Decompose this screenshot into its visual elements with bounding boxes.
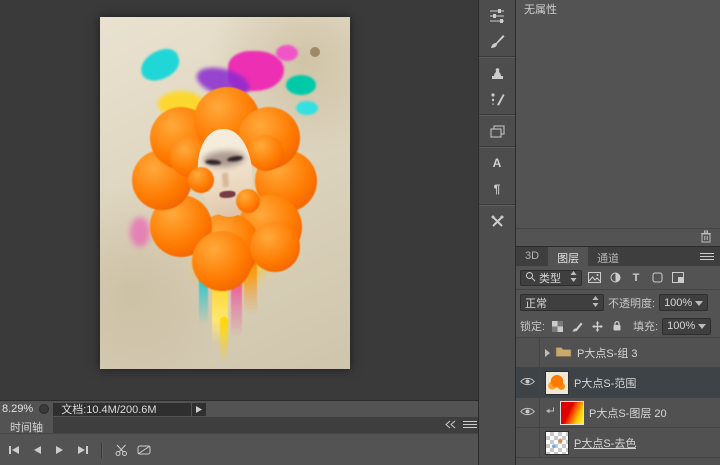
collapse-chevrons-icon[interactable] — [444, 420, 456, 432]
dock-separator — [479, 114, 515, 116]
filter-kind-label: 类型 — [539, 272, 561, 285]
blend-row: 正常 不透明度: 100% — [516, 290, 720, 315]
layer-row-clipped[interactable]: P大点S-图层 20 — [516, 398, 720, 428]
layer-visibility-toggle[interactable] — [516, 428, 540, 457]
layer-row[interactable]: P大点S-去色 — [516, 428, 720, 458]
document-info[interactable]: 文档:10.4M/200.6M — [53, 402, 192, 416]
adjustments-panel-icon[interactable] — [479, 2, 515, 28]
next-frame-button[interactable] — [73, 441, 93, 459]
play-button[interactable] — [50, 441, 70, 459]
transition-icon[interactable] — [134, 441, 154, 459]
status-flyout-arrow-icon[interactable] — [192, 402, 207, 416]
document-canvas[interactable] — [100, 17, 350, 369]
brush-presets-panel-icon[interactable] — [479, 86, 515, 112]
filter-smart-objects-icon[interactable] — [669, 269, 687, 286]
layer-row-group[interactable]: P大点S-组 3 — [516, 338, 720, 368]
status-bar: 8.29% 文档:10.4M/200.6M — [0, 400, 478, 417]
brush-panel-icon[interactable] — [479, 28, 515, 54]
fill-select[interactable]: 100% — [662, 317, 712, 335]
lock-label: 锁定: — [520, 321, 546, 333]
split-scissors-icon[interactable] — [111, 441, 131, 459]
filter-type-layers-icon[interactable]: T — [627, 269, 645, 286]
clone-source-panel-icon[interactable] — [479, 60, 515, 86]
caret-down-icon — [695, 297, 704, 309]
layer-visibility-toggle[interactable] — [516, 338, 540, 367]
search-icon — [525, 271, 536, 285]
character-glyph: A — [492, 156, 502, 170]
filter-kind-select[interactable]: 类型 — [520, 269, 582, 286]
timeline-header-icons — [444, 420, 477, 432]
panel-menu-icon[interactable] — [699, 252, 715, 264]
layer-row-selected[interactable]: P大点S-范围 — [516, 368, 720, 398]
panel-column: 无属性 3D 图层 通道 类型 T 正常 不透明度: 100% 锁定: 填充: … — [516, 0, 720, 465]
opacity-label: 不透明度: — [608, 297, 656, 310]
tab-layers[interactable]: 图层 — [548, 247, 589, 266]
updown-arrows-icon — [570, 270, 577, 285]
lock-transparency-icon[interactable] — [549, 318, 565, 334]
eye-icon — [520, 377, 535, 389]
dock-separator — [479, 56, 515, 58]
panel-menu-icon[interactable] — [463, 420, 477, 432]
dock-separator — [479, 146, 515, 148]
layer-name[interactable]: P大点S-图层 20 — [589, 405, 667, 421]
properties-title: 无属性 — [524, 4, 557, 16]
layer-thumbnail[interactable] — [545, 430, 569, 455]
lock-pixels-icon[interactable] — [569, 318, 585, 334]
tab-timeline[interactable]: 时间轴 — [0, 417, 53, 434]
layer-name[interactable]: P大点S-去色 — [574, 435, 636, 451]
photoshop-window: A ¶ 无属性 3D 图层 通道 类型 T 正常 不透明度: 100% 锁定: … — [0, 0, 720, 465]
properties-footer — [516, 228, 720, 246]
lock-all-icon[interactable] — [609, 318, 625, 334]
blend-mode-value: 正常 — [525, 297, 547, 310]
canvas-area[interactable] — [0, 0, 478, 400]
lock-row: 锁定: 填充: 100% — [516, 315, 720, 338]
timeline-tab-bar: 时间轴 — [0, 417, 478, 434]
caret-down-icon — [698, 320, 707, 332]
opacity-value: 100% — [664, 296, 693, 309]
toolbar-divider — [101, 441, 103, 458]
first-frame-button[interactable] — [4, 441, 24, 459]
lock-position-icon[interactable] — [589, 318, 605, 334]
layer-thumbnail[interactable] — [560, 400, 584, 425]
layer-name[interactable]: P大点S-范围 — [574, 375, 636, 391]
timeline-controls — [0, 433, 478, 465]
tab-3d[interactable]: 3D — [516, 247, 548, 266]
eye-icon — [520, 407, 535, 419]
zoom-level[interactable]: 8.29% — [0, 403, 39, 415]
layer-visibility-toggle[interactable] — [516, 398, 540, 427]
opacity-select[interactable]: 100% — [659, 294, 709, 311]
layer-comps-panel-icon[interactable] — [479, 118, 515, 144]
trash-icon[interactable] — [700, 230, 712, 246]
fill-label: 填充: — [633, 321, 659, 333]
folder-icon — [555, 345, 572, 360]
layer-name[interactable]: P大点S-组 3 — [577, 345, 638, 361]
previous-frame-button[interactable] — [27, 441, 47, 459]
updown-arrows-icon — [592, 295, 599, 310]
layers-tab-bar: 3D 图层 通道 — [516, 247, 720, 266]
properties-panel: 无属性 — [516, 0, 720, 247]
paragraph-panel-icon[interactable]: ¶ — [479, 176, 515, 202]
layer-thumbnail[interactable] — [545, 370, 569, 395]
character-panel-icon[interactable]: A — [479, 150, 515, 176]
layer-visibility-toggle[interactable] — [516, 368, 540, 397]
clipping-mask-arrow-icon — [545, 407, 555, 419]
layer-filter-row: 类型 T — [516, 266, 720, 290]
layers-panel: 3D 图层 通道 类型 T 正常 不透明度: 100% 锁定: 填充: 100%… — [516, 247, 720, 465]
filter-adjustment-layers-icon[interactable] — [606, 269, 624, 286]
tool-presets-panel-icon[interactable] — [479, 208, 515, 234]
filter-shape-layers-icon[interactable] — [648, 269, 666, 286]
blend-mode-select[interactable]: 正常 — [520, 294, 604, 311]
filter-pixel-layers-icon[interactable] — [585, 269, 603, 286]
layer-list: P大点S-组 3 P大点S-范围 P大点S-图层 20 P大点S-去色 — [516, 338, 720, 465]
fill-value: 100% — [667, 320, 696, 332]
paragraph-glyph: ¶ — [493, 182, 501, 196]
tab-channels[interactable]: 通道 — [588, 247, 628, 266]
status-indicator-icon — [39, 404, 50, 414]
type-glyph: T — [632, 271, 640, 284]
expand-triangle-icon[interactable] — [545, 348, 550, 357]
dock-separator — [479, 204, 515, 206]
panel-dock: A ¶ — [478, 0, 516, 465]
